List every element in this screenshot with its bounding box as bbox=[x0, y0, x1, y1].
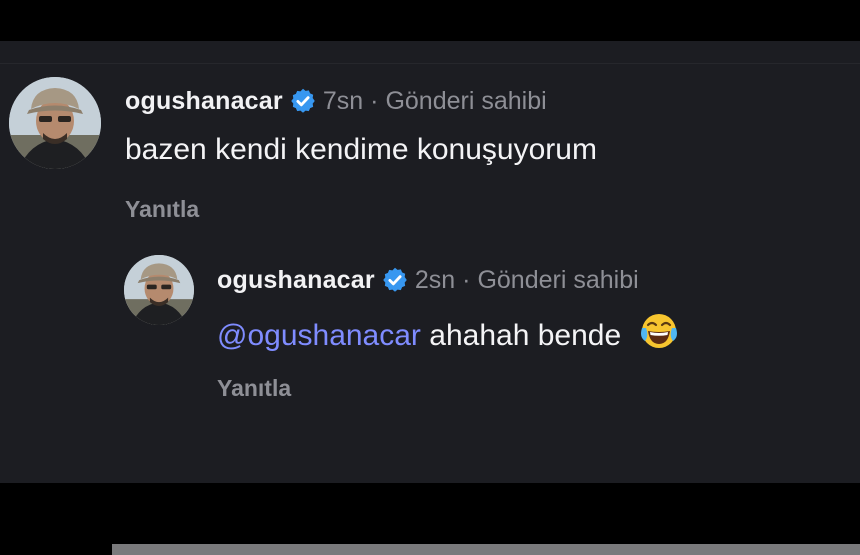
avatar-photo bbox=[9, 77, 101, 169]
timestamp: 7sn bbox=[322, 86, 364, 115]
reply-message: ahahah bende bbox=[429, 319, 622, 352]
reply-header: ogushanacar 2sn · Gönderi sahibi bbox=[217, 265, 639, 295]
avatar-photo bbox=[124, 255, 194, 325]
verified-badge-icon bbox=[289, 87, 317, 115]
divider bbox=[0, 63, 860, 64]
screen: ogushanacar 7sn · Gönderi sahibi bazen k… bbox=[0, 0, 860, 555]
mention-link[interactable]: @ogushanacar bbox=[217, 319, 421, 352]
verified-badge-icon bbox=[381, 266, 409, 294]
meta-separator: · bbox=[462, 265, 471, 294]
bottom-scroll-bar bbox=[112, 544, 860, 555]
reply-button[interactable]: Yanıtla bbox=[125, 196, 199, 223]
avatar[interactable] bbox=[124, 255, 194, 325]
reply-text: @ogushanacar ahahah bende bbox=[217, 311, 679, 359]
author-label: Gönderi sahibi bbox=[385, 86, 547, 115]
laughing-emoji-icon bbox=[639, 311, 679, 359]
username[interactable]: ogushanacar bbox=[217, 266, 375, 295]
timestamp: 2sn bbox=[414, 265, 456, 294]
avatar[interactable] bbox=[9, 77, 101, 169]
meta-separator: · bbox=[370, 86, 379, 115]
comment-text: bazen kendi kendime konuşuyorum bbox=[125, 133, 597, 166]
author-label: Gönderi sahibi bbox=[477, 265, 639, 294]
username[interactable]: ogushanacar bbox=[125, 87, 283, 116]
reply-button[interactable]: Yanıtla bbox=[217, 375, 291, 402]
comment-header: ogushanacar 7sn · Gönderi sahibi bbox=[125, 86, 547, 116]
